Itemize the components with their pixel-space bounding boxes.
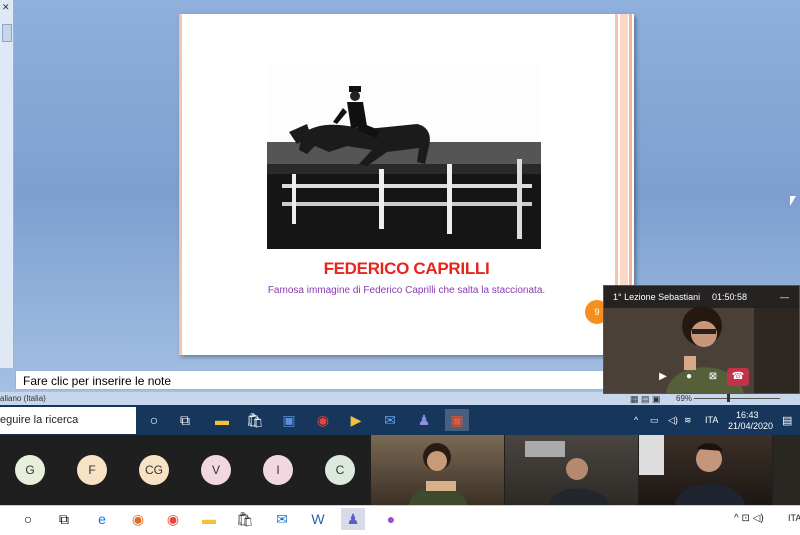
teams-icon[interactable]: ♟ (412, 409, 436, 431)
call-title: 1° Lezione Sebastiani (613, 292, 701, 302)
minimize-button[interactable]: — (780, 286, 789, 308)
tray-chevron-icon[interactable]: ^ (634, 415, 638, 425)
powerpoint-icon[interactable]: ▣ (445, 409, 469, 431)
chrome-icon[interactable]: ◉ (311, 409, 335, 431)
scroll-up-arrow-icon[interactable]: ✕ (2, 2, 10, 13)
slide-canvas[interactable]: FEDERICO CAPRILLI Famosa immagine di Fed… (179, 14, 634, 355)
notes-field[interactable]: Fare clic per inserire le note (15, 370, 635, 390)
word-icon[interactable]: W (306, 508, 330, 530)
local-tray-icons[interactable]: ^ ⊡ ◁) (734, 513, 764, 524)
mail-icon[interactable]: ✉ (270, 508, 294, 530)
slide-panel-scrollbar[interactable]: ✕ (0, 0, 14, 368)
mail-icon[interactable]: ✉ (378, 409, 402, 431)
participant-video-tile[interactable] (773, 435, 800, 505)
word-icon[interactable]: ▣ (277, 409, 301, 431)
microphone-icon[interactable]: ● (678, 368, 700, 386)
slide-caption[interactable]: Famosa immagine di Federico Caprilli che… (179, 285, 634, 296)
participant-video-tile[interactable] (371, 435, 504, 505)
wifi-icon[interactable]: ≋ (684, 415, 692, 426)
participant-avatar[interactable]: I (263, 455, 293, 485)
zoom-slider-knob[interactable] (727, 394, 730, 402)
notification-icon[interactable]: ▤ (782, 414, 792, 427)
cortana-icon[interactable]: ○ (16, 508, 40, 530)
call-overlay[interactable]: 1° Lezione Sebastiani 01:50:58 — ▶ ● ⊠ ☎ (603, 285, 800, 394)
app-drop-icon[interactable]: ● (379, 508, 403, 530)
call-overlay-header: 1° Lezione Sebastiani 01:50:58 — (604, 286, 799, 308)
hang-up-button[interactable]: ☎ (727, 368, 749, 386)
call-duration: 01:50:58 (712, 292, 748, 302)
participant-avatar[interactable]: V (201, 455, 231, 485)
participant-avatar[interactable]: CG (139, 455, 169, 485)
participant-avatar[interactable]: C (325, 455, 355, 485)
teams-icon[interactable]: ♟ (341, 508, 365, 530)
participant-video-tile[interactable] (505, 435, 638, 505)
cortana-icon[interactable]: ○ (142, 409, 166, 431)
slide-decor-stripe (179, 14, 182, 355)
remote-search-box[interactable]: eguire la ricerca (0, 407, 136, 434)
status-language[interactable]: aliano (Italia) (0, 392, 46, 405)
mouse-cursor-icon (790, 196, 796, 206)
task-view-icon[interactable]: ⧉ (173, 409, 197, 431)
participant-avatar[interactable]: G (15, 455, 45, 485)
edge-icon[interactable]: e (90, 508, 114, 530)
horse-jump-photo[interactable] (267, 64, 541, 249)
store-icon[interactable]: 🛍 (233, 508, 257, 530)
camera-toggle-icon[interactable]: ▶ (652, 368, 674, 386)
local-language[interactable]: ITA (788, 513, 800, 523)
participant-video-tile[interactable] (639, 435, 772, 505)
share-screen-icon[interactable]: ⊠ (702, 368, 724, 386)
remote-date[interactable]: 21/04/2020 (728, 421, 773, 431)
participant-avatar[interactable]: F (77, 455, 107, 485)
store-icon[interactable]: 🛍 (243, 409, 267, 431)
media-player-icon[interactable]: ▶ (344, 409, 368, 431)
scroll-thumb[interactable] (2, 24, 12, 42)
remote-system-tray: ^ ▭ ◁) ≋ ITA 16:43 21/04/2020 ▤ (632, 410, 800, 432)
task-view-icon[interactable]: ⧉ (52, 508, 76, 530)
remote-language[interactable]: ITA (705, 415, 718, 425)
zoom-slider[interactable] (694, 398, 780, 399)
battery-icon[interactable]: ▭ (650, 415, 659, 426)
firefox-icon[interactable]: ◉ (126, 508, 150, 530)
volume-icon[interactable]: ◁) (668, 415, 678, 426)
file-explorer-icon[interactable]: ▬ (197, 508, 221, 530)
file-explorer-icon[interactable]: ▬ (210, 409, 234, 431)
slide-title[interactable]: FEDERICO CAPRILLI (179, 259, 634, 279)
chrome-icon[interactable]: ◉ (161, 508, 185, 530)
remote-time[interactable]: 16:43 (736, 410, 759, 420)
